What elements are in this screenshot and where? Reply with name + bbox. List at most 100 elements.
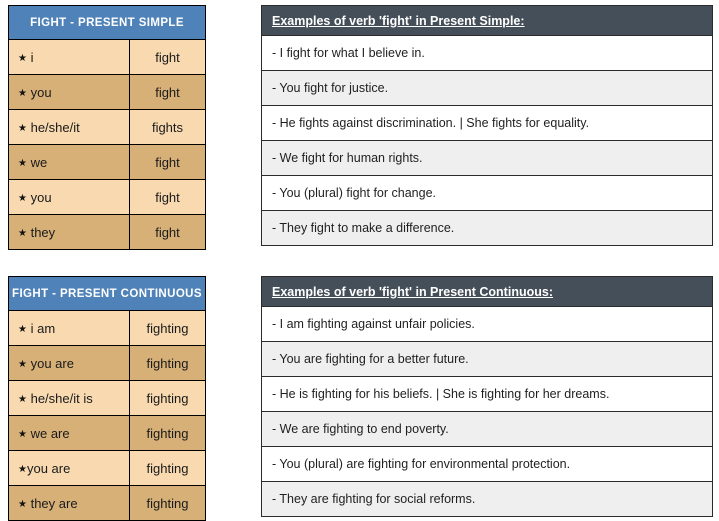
examples-title-present-simple: Examples of verb 'fight' in Present Simp… [261, 5, 713, 36]
verb-cell: fighting [129, 415, 206, 451]
star-icon: ★ [18, 428, 27, 440]
pronoun-label: i am [30, 320, 56, 336]
list-item[interactable]: - You are fighting for a better future. [261, 341, 713, 377]
pronoun-label: i [30, 49, 34, 65]
star-icon: ★ [18, 498, 27, 510]
pronoun-cell: ★ they are [8, 485, 130, 521]
list-item[interactable]: - He is fighting for his beliefs. | She … [261, 376, 713, 412]
example-sentence: - They are fighting for social reforms. [261, 481, 713, 517]
examples-title-text: Examples of verb 'fight' in Present Simp… [272, 13, 525, 28]
table-row[interactable]: ★ we fight [8, 144, 206, 180]
pronoun-cell: ★ you are [8, 345, 130, 381]
conjugation-table-present-continuous-wrapper: FIGHT - PRESENT CONTINUOUS ★ i am fighti… [8, 276, 206, 521]
conjugation-table-present-continuous: FIGHT - PRESENT CONTINUOUS ★ i am fighti… [8, 276, 206, 521]
star-icon: ★ [18, 393, 27, 405]
list-item[interactable]: - You (plural) fight for change. [261, 175, 713, 211]
verb-cell: fighting [129, 310, 206, 346]
conjugation-title-present-simple: FIGHT - PRESENT SIMPLE [8, 5, 206, 40]
table-row[interactable]: ★ they fight [8, 214, 206, 250]
table-row[interactable]: ★ he/she/it fights [8, 109, 206, 145]
examples-header-row: Examples of verb 'fight' in Present Cont… [261, 276, 713, 307]
table-row[interactable]: ★ we are fighting [8, 415, 206, 451]
examples-title-present-continuous: Examples of verb 'fight' in Present Cont… [261, 276, 713, 307]
table-row[interactable]: ★ you fight [8, 179, 206, 215]
star-icon: ★ [18, 358, 27, 370]
list-item[interactable]: - They are fighting for social reforms. [261, 481, 713, 517]
table-row[interactable]: ★ i fight [8, 39, 206, 75]
pronoun-label: we [30, 154, 48, 170]
list-item[interactable]: - They fight to make a difference. [261, 210, 713, 246]
conjugation-table-present-simple: FIGHT - PRESENT SIMPLE ★ i fight ★ you f… [8, 5, 206, 250]
table-row[interactable]: ★ you are fighting [8, 345, 206, 381]
star-icon: ★ [18, 157, 27, 169]
pronoun-cell: ★ we [8, 144, 130, 180]
example-sentence: - You fight for justice. [261, 70, 713, 106]
table-row[interactable]: ★ they are fighting [8, 485, 206, 521]
star-icon: ★ [18, 323, 27, 335]
examples-table-present-simple-wrapper: Examples of verb 'fight' in Present Simp… [261, 5, 713, 246]
verb-cell: fight [129, 214, 206, 250]
example-sentence: - You (plural) fight for change. [261, 175, 713, 211]
list-item[interactable]: - We fight for human rights. [261, 140, 713, 176]
list-item[interactable]: - You (plural) are fighting for environm… [261, 446, 713, 482]
pronoun-cell: ★ i [8, 39, 130, 75]
verb-cell: fight [129, 179, 206, 215]
pronoun-cell: ★ they [8, 214, 130, 250]
examples-title-text: Examples of verb 'fight' in Present Cont… [272, 284, 553, 299]
pronoun-cell: ★ you [8, 74, 130, 110]
star-icon: ★ [18, 192, 27, 204]
table-row[interactable]: ★ he/she/it is fighting [8, 380, 206, 416]
example-sentence: - He fights against discrimination. | Sh… [261, 105, 713, 141]
star-icon: ★ [18, 227, 27, 239]
verb-cell: fighting [129, 380, 206, 416]
table-row[interactable]: ★you are fighting [8, 450, 206, 486]
conjugation-header-row: FIGHT - PRESENT CONTINUOUS [8, 276, 206, 311]
table-row[interactable]: ★ you fight [8, 74, 206, 110]
conjugation-title-present-continuous: FIGHT - PRESENT CONTINUOUS [8, 276, 206, 311]
pronoun-cell: ★ i am [8, 310, 130, 346]
pronoun-label: we are [30, 425, 70, 441]
pronoun-label: he/she/it [30, 119, 80, 135]
examples-table-present-continuous: Examples of verb 'fight' in Present Cont… [261, 276, 713, 517]
star-icon: ★ [18, 87, 27, 99]
example-sentence: - I fight for what I believe in. [261, 35, 713, 71]
table-row[interactable]: ★ i am fighting [8, 310, 206, 346]
list-item[interactable]: - I fight for what I believe in. [261, 35, 713, 71]
pronoun-label: you [30, 84, 52, 100]
star-icon: ★ [18, 52, 27, 64]
list-item[interactable]: - We are fighting to end poverty. [261, 411, 713, 447]
star-icon: ★ [18, 463, 27, 475]
conjugation-table-present-simple-wrapper: FIGHT - PRESENT SIMPLE ★ i fight ★ you f… [8, 5, 206, 250]
pronoun-label: you are [30, 355, 74, 371]
verb-cell: fighting [129, 345, 206, 381]
example-sentence: - I am fighting against unfair policies. [261, 306, 713, 342]
verb-cell: fight [129, 144, 206, 180]
example-sentence: - He is fighting for his beliefs. | She … [261, 376, 713, 412]
list-item[interactable]: - You fight for justice. [261, 70, 713, 106]
verb-cell: fight [129, 74, 206, 110]
example-sentence: - We fight for human rights. [261, 140, 713, 176]
pronoun-cell: ★you are [8, 450, 130, 486]
pronoun-label: they are [30, 495, 78, 511]
pronoun-label: you are [26, 460, 71, 476]
pronoun-label: you [30, 189, 52, 205]
pronoun-cell: ★ you [8, 179, 130, 215]
verb-cell: fights [129, 109, 206, 145]
example-sentence: - You are fighting for a better future. [261, 341, 713, 377]
pronoun-cell: ★ he/she/it [8, 109, 130, 145]
pronoun-label: they [30, 224, 56, 240]
star-icon: ★ [18, 122, 27, 134]
example-sentence: - They fight to make a difference. [261, 210, 713, 246]
example-sentence: - You (plural) are fighting for environm… [261, 446, 713, 482]
pronoun-cell: ★ we are [8, 415, 130, 451]
verb-cell: fight [129, 39, 206, 75]
verb-cell: fighting [129, 485, 206, 521]
verb-cell: fighting [129, 450, 206, 486]
pronoun-cell: ★ he/she/it is [8, 380, 130, 416]
conjugation-header-row: FIGHT - PRESENT SIMPLE [8, 5, 206, 40]
list-item[interactable]: - He fights against discrimination. | Sh… [261, 105, 713, 141]
list-item[interactable]: - I am fighting against unfair policies. [261, 306, 713, 342]
examples-table-present-simple: Examples of verb 'fight' in Present Simp… [261, 5, 713, 246]
examples-table-present-continuous-wrapper: Examples of verb 'fight' in Present Cont… [261, 276, 713, 517]
example-sentence: - We are fighting to end poverty. [261, 411, 713, 447]
